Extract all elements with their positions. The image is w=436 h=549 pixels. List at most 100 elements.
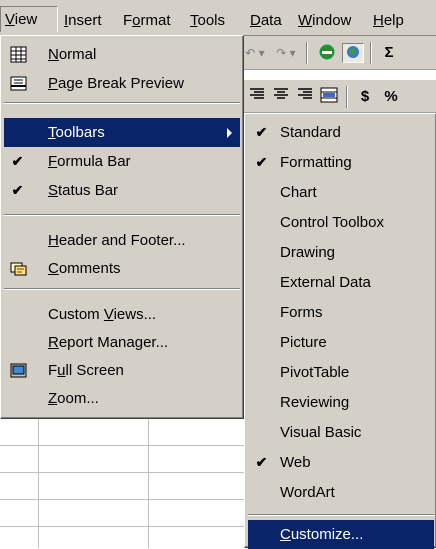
view-menu: Normal Page Break Preview Toolbars ✔ For…	[0, 35, 244, 419]
menu-view-mnemonic: V	[5, 11, 15, 28]
view-menu-formula-bar-label: Formula Bar	[48, 153, 131, 170]
toolbar-item-web[interactable]: ✔ Web	[248, 448, 434, 477]
hyperlink-glyph	[319, 44, 335, 60]
grid-line	[0, 445, 244, 446]
toolbar-item-chart-label: Chart	[280, 184, 317, 201]
view-menu-status-bar-label: Status Bar	[48, 182, 119, 199]
menu-view-label: iew	[14, 11, 38, 28]
menu-window[interactable]: Window	[294, 10, 355, 32]
align-right-text-glyph	[298, 88, 312, 99]
toolbar-item-wordart[interactable]: WordArt	[248, 478, 434, 507]
menu-insert-mnemonic: I	[64, 12, 69, 29]
standard-toolbar: ↶ ▾ ↷ ▾ Σ	[244, 36, 436, 70]
toolbar-item-pivottable[interactable]: PivotTable	[248, 358, 434, 387]
view-menu-custom-views-label: Custom Views...	[48, 306, 157, 323]
toolbar-item-drawing[interactable]: Drawing	[248, 238, 434, 267]
checkmark-icon: ✔	[255, 454, 268, 470]
percent-style-icon[interactable]: %	[380, 87, 402, 107]
menu-bar: View Insert Format Tools Data Window Hel…	[0, 0, 436, 36]
toolbar-item-standard[interactable]: ✔ Standard	[248, 118, 434, 147]
grid-line	[0, 526, 244, 527]
currency-style-icon[interactable]: $	[354, 87, 376, 107]
toolbar-item-customize[interactable]: Customize...	[248, 520, 434, 549]
toolbar-item-customize-label: Customize...	[280, 526, 364, 543]
view-menu-formula-bar[interactable]: ✔ Formula Bar	[4, 147, 240, 176]
toolbar-item-picture-label: Picture	[280, 334, 327, 351]
view-menu-full-screen[interactable]: Full Screen	[4, 356, 240, 385]
view-menu-zoom[interactable]: Zoom...	[4, 384, 240, 413]
menu-insert[interactable]: Insert	[60, 10, 106, 32]
align-right-glyph	[250, 88, 264, 99]
menu-separator	[4, 288, 240, 290]
hyperlink-icon[interactable]	[316, 43, 338, 63]
view-menu-toolbars[interactable]: Toolbars	[4, 118, 240, 147]
menu-view[interactable]: View	[0, 6, 58, 32]
view-menu-header-footer[interactable]: Header and Footer...	[4, 226, 240, 255]
redo-icon[interactable]: ↷ ▾	[272, 43, 300, 63]
align-center-glyph	[274, 88, 288, 99]
view-menu-custom-views[interactable]: Custom Views...	[4, 300, 240, 329]
toolbar-item-standard-label: Standard	[280, 124, 341, 141]
view-menu-report-manager[interactable]: Report Manager...	[4, 328, 240, 357]
toolbar-item-wordart-label: WordArt	[280, 484, 335, 501]
view-menu-zoom-label: Zoom...	[48, 390, 99, 407]
toolbar-item-picture[interactable]: Picture	[248, 328, 434, 357]
menu-help-mnemonic: H	[373, 12, 384, 29]
menu-separator	[4, 102, 240, 104]
toolbar-separator	[370, 42, 372, 64]
toolbar-item-chart[interactable]: Chart	[248, 178, 434, 207]
view-menu-toolbars-label: Toolbars	[48, 124, 105, 141]
toolbar-item-forms-label: Forms	[280, 304, 323, 321]
toolbar-item-visual-basic-label: Visual Basic	[280, 424, 362, 441]
toolbar-item-forms[interactable]: Forms	[248, 298, 434, 327]
toolbar-item-visual-basic[interactable]: Visual Basic	[248, 418, 434, 447]
merge-center-icon[interactable]	[318, 87, 340, 107]
web-toolbar-icon[interactable]	[342, 43, 364, 63]
menu-data[interactable]: Data	[246, 10, 286, 32]
toolbar-separator	[306, 42, 308, 64]
autosum-icon[interactable]: Σ	[378, 43, 400, 63]
menu-format[interactable]: Format	[119, 10, 175, 32]
checkmark-icon: ✔	[255, 154, 268, 170]
align-right-text-icon[interactable]	[294, 87, 316, 107]
toolbar-item-control-toolbox[interactable]: Control Toolbox	[248, 208, 434, 237]
align-center-icon[interactable]	[270, 87, 292, 107]
full-screen-icon	[10, 363, 27, 378]
checkmark-icon: ✔	[11, 182, 24, 198]
menu-separator	[4, 214, 240, 216]
menu-help[interactable]: Help	[369, 10, 408, 32]
view-menu-normal[interactable]: Normal	[4, 40, 240, 69]
menu-format-mnemonic: o	[132, 12, 141, 29]
view-menu-page-break-preview[interactable]: Page Break Preview	[4, 69, 240, 98]
view-menu-comments-label: Comments	[48, 260, 121, 277]
toolbar-item-formatting-label: Formatting	[280, 154, 352, 171]
checkmark-icon: ✔	[11, 153, 24, 169]
formatting-toolbar: $ %	[244, 80, 436, 113]
grid-line	[0, 472, 244, 473]
align-right-icon[interactable]	[246, 87, 268, 107]
toolbar-item-drawing-label: Drawing	[280, 244, 336, 261]
menu-window-mnemonic: W	[298, 12, 313, 29]
toolbar-item-reviewing-label: Reviewing	[280, 394, 350, 411]
toolbar-item-formatting[interactable]: ✔ Formatting	[248, 148, 434, 177]
toolbar-item-external-data-label: External Data	[280, 274, 371, 291]
page-break-preview-icon	[10, 76, 27, 91]
menu-data-mnemonic: D	[250, 12, 261, 29]
view-menu-status-bar[interactable]: ✔ Status Bar	[4, 176, 240, 205]
view-menu-comments[interactable]: Comments	[4, 254, 240, 283]
view-menu-page-break-preview-label: Page Break Preview	[48, 75, 184, 92]
menu-tools[interactable]: Tools	[186, 10, 229, 32]
toolbar-separator	[346, 86, 348, 108]
toolbar-item-web-label: Web	[280, 454, 311, 471]
merge-center-glyph	[320, 87, 338, 103]
undo-icon[interactable]: ↶ ▾	[244, 43, 266, 63]
globe-glyph	[347, 46, 359, 58]
toolbar-item-control-toolbox-label: Control Toolbox	[280, 214, 384, 231]
toolbar-item-reviewing[interactable]: Reviewing	[248, 388, 434, 417]
toolbar-item-external-data[interactable]: External Data	[248, 268, 434, 297]
normal-view-icon	[10, 46, 27, 63]
checkmark-icon: ✔	[255, 124, 268, 140]
menu-separator	[248, 514, 434, 516]
toolbars-submenu: ✔ Standard ✔ Formatting Chart Control To…	[244, 113, 436, 549]
toolbar-item-pivottable-label: PivotTable	[280, 364, 350, 381]
